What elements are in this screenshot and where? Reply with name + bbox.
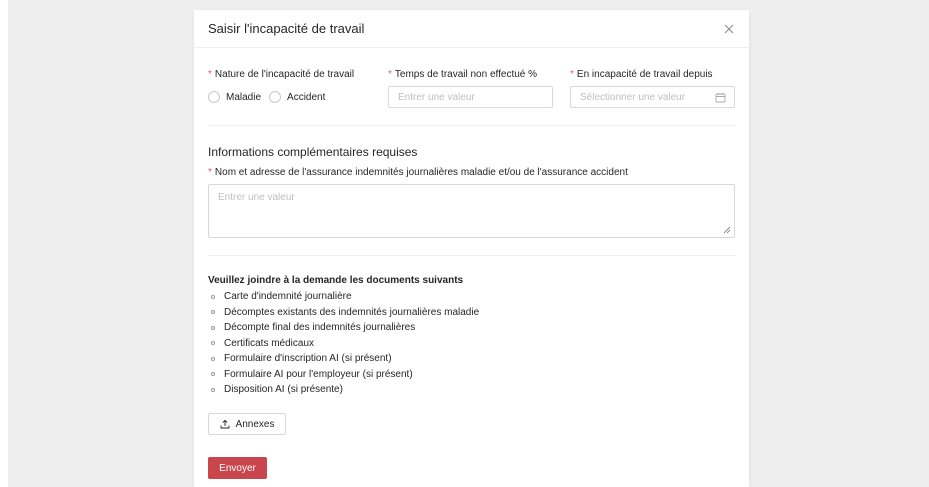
list-item: Décompte final des indemnités journalièr… xyxy=(208,320,479,336)
list-item: Disposition AI (si présente) xyxy=(208,382,479,398)
required-mark: * xyxy=(570,69,574,80)
required-mark: * xyxy=(208,167,212,178)
radio-label-accident: Accident xyxy=(287,91,326,103)
work-time-placeholder: Entrer une valeur xyxy=(398,91,475,103)
bullet-icon xyxy=(211,372,215,377)
modal-header: Saisir l'incapacité de travail xyxy=(194,10,749,48)
section-title-additional: Informations complémentaires requises xyxy=(208,145,418,159)
list-item: Formulaire d'inscription AI (si présent) xyxy=(208,351,479,367)
bullet-icon xyxy=(211,356,215,361)
bullet-icon xyxy=(211,310,215,315)
submit-button[interactable]: Envoyer xyxy=(208,457,267,479)
close-button[interactable] xyxy=(719,19,739,39)
divider xyxy=(208,125,735,126)
bullet-icon xyxy=(211,341,215,346)
list-item: Formulaire AI pour l'employeur (si prése… xyxy=(208,367,479,383)
annexes-upload-button[interactable]: Annexes xyxy=(208,413,286,435)
resize-handle-icon[interactable] xyxy=(723,226,731,234)
insurance-textarea[interactable]: Entrer une valeur xyxy=(208,184,735,238)
insurance-placeholder: Entrer une valeur xyxy=(218,192,295,203)
bullet-icon xyxy=(211,325,215,330)
since-date-picker[interactable]: Sélectionner une valeur xyxy=(570,86,735,108)
list-item: Décomptes existants des indemnités journ… xyxy=(208,305,479,321)
radio-label-maladie: Maladie xyxy=(226,91,262,103)
insurance-label: * Nom et adresse de l'assurance indemnité… xyxy=(208,167,628,178)
nature-radio-group: Maladie Accident xyxy=(208,91,333,103)
list-item: Carte d'indemnité journalière xyxy=(208,289,479,305)
documents-list: Carte d'indemnité journalière Décomptes … xyxy=(208,289,479,398)
radio-accident[interactable]: Accident xyxy=(269,91,325,103)
calendar-icon[interactable] xyxy=(715,92,726,103)
bullet-icon xyxy=(211,294,215,299)
since-label: * En incapacité de travail depuis xyxy=(570,69,713,80)
annexes-label: Annexes xyxy=(235,418,275,430)
modal-title: Saisir l'incapacité de travail xyxy=(208,21,365,36)
since-placeholder: Sélectionner une valeur xyxy=(580,91,686,103)
divider xyxy=(208,255,735,256)
required-mark: * xyxy=(388,69,392,80)
nature-label: * Nature de l'incapacité de travail xyxy=(208,69,355,80)
close-icon xyxy=(724,24,734,34)
required-mark: * xyxy=(208,69,212,80)
radio-circle[interactable] xyxy=(269,91,282,103)
upload-icon xyxy=(220,419,229,429)
work-time-label: * Temps de travail non effectué % xyxy=(388,69,538,80)
documents-title: Veuillez joindre à la demande les docume… xyxy=(208,275,464,286)
bullet-icon xyxy=(211,387,215,392)
radio-circle[interactable] xyxy=(208,91,220,103)
work-time-input[interactable]: Entrer une valeur xyxy=(388,86,553,108)
incapacity-modal: Saisir l'incapacité de travail * Nature d… xyxy=(194,10,749,487)
radio-maladie[interactable]: Maladie xyxy=(208,91,261,103)
list-item: Certificats médicaux xyxy=(208,336,479,352)
